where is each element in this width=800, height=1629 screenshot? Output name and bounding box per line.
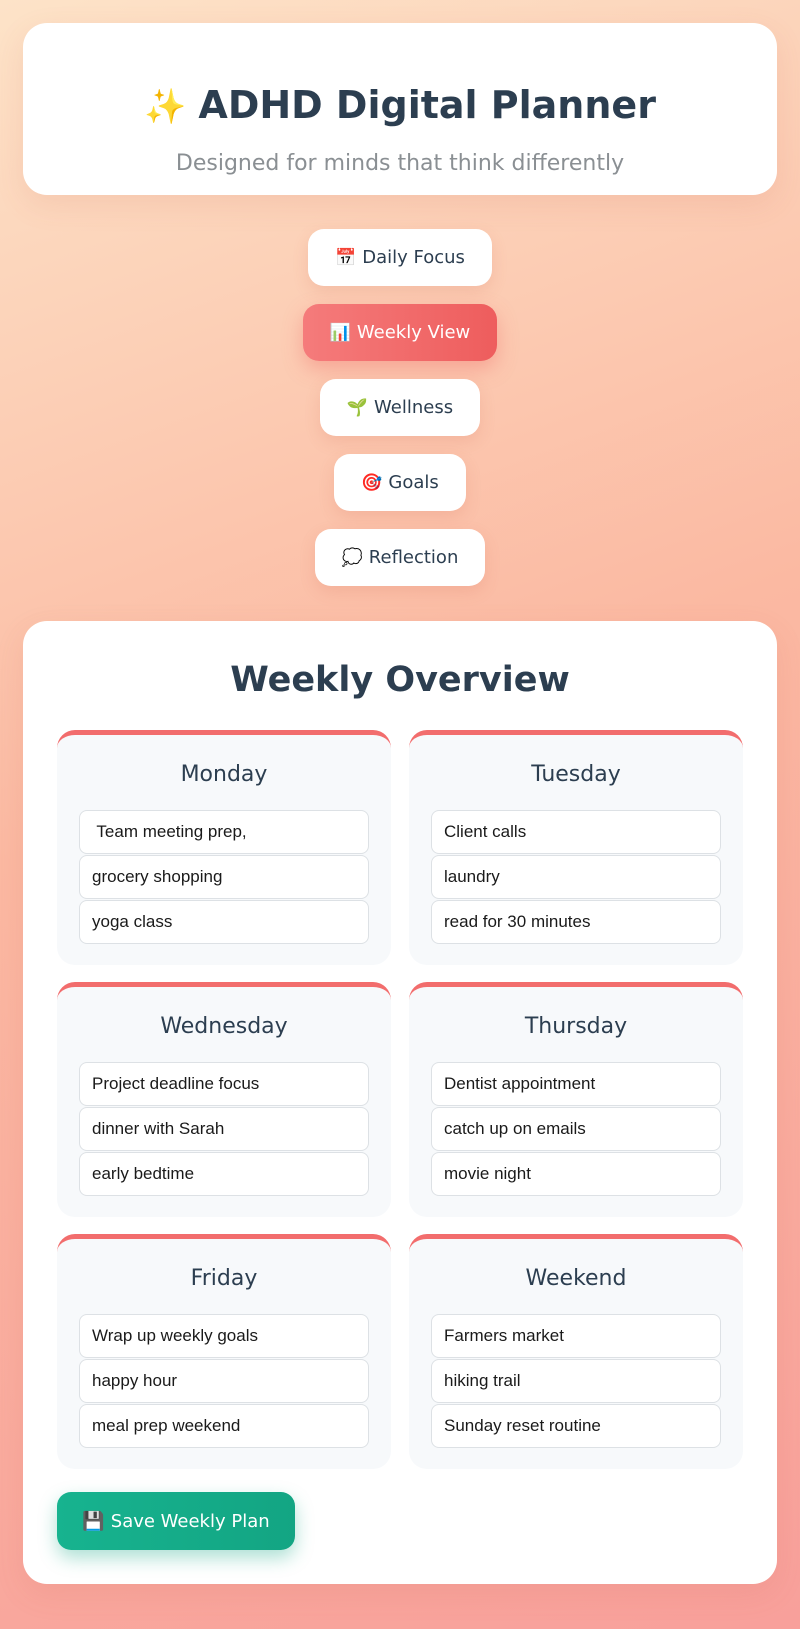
weekly-view-panel: Weekly Overview Monday Tuesday Wednesday… — [23, 621, 777, 1584]
day-card-monday: Monday — [57, 730, 391, 965]
task-input[interactable] — [431, 810, 721, 854]
nav-daily-focus[interactable]: 📅 Daily Focus — [308, 229, 492, 286]
app-subtitle: Designed for minds that think differentl… — [175, 151, 625, 176]
task-input[interactable] — [431, 1359, 721, 1403]
day-card-friday: Friday — [57, 1234, 391, 1469]
nav-label: Weekly View — [356, 322, 471, 343]
header-card: ✨ ADHD Digital Planner Designed for minds… — [23, 23, 777, 195]
task-input[interactable] — [79, 1107, 369, 1151]
nav-goals[interactable]: 🎯 Goals — [334, 454, 466, 511]
task-input[interactable] — [79, 900, 369, 944]
task-input[interactable] — [79, 1062, 369, 1106]
save-weekly-plan-button[interactable]: 💾 Save Weekly Plan — [57, 1492, 295, 1550]
target-icon: 🎯 — [361, 473, 383, 493]
nav-wellness[interactable]: 🌱 Wellness — [319, 379, 481, 436]
day-name: Thursday — [524, 1014, 628, 1039]
day-name: Weekend — [525, 1266, 627, 1291]
nav-weekly-view[interactable]: 📊 Weekly View — [302, 304, 498, 361]
bar-chart-icon: 📊 — [329, 323, 351, 343]
nav-label: Wellness — [374, 397, 454, 418]
save-button-label: Save Weekly Plan — [110, 1510, 270, 1532]
nav-label: Reflection — [368, 547, 459, 568]
thought-bubble-icon: 💭 — [341, 548, 363, 568]
day-card-weekend: Weekend — [409, 1234, 743, 1469]
nav-label: Goals — [388, 472, 439, 493]
task-input[interactable] — [431, 1062, 721, 1106]
task-input[interactable] — [431, 1152, 721, 1196]
app-title: ✨ ADHD Digital Planner — [23, 83, 777, 129]
day-name: Wednesday — [160, 1014, 288, 1039]
task-input[interactable] — [431, 1404, 721, 1448]
day-card-thursday: Thursday — [409, 982, 743, 1217]
calendar-icon: 📅 — [335, 248, 357, 268]
nav-label: Daily Focus — [362, 247, 465, 268]
task-input[interactable] — [79, 1152, 369, 1196]
seedling-icon: 🌱 — [346, 398, 369, 418]
task-input[interactable] — [79, 1359, 369, 1403]
task-input[interactable] — [431, 1314, 721, 1358]
main-nav: 📅 Daily Focus 📊 Weekly View 🌱 Wellness 🎯 Goa… — [0, 229, 800, 604]
nav-reflection[interactable]: 💭 Reflection — [314, 529, 486, 586]
task-input[interactable] — [79, 1314, 369, 1358]
section-title: Weekly Overview — [230, 660, 570, 700]
task-input[interactable] — [79, 1404, 369, 1448]
day-name: Tuesday — [531, 762, 621, 787]
app-title-text: ADHD Digital Planner — [198, 83, 656, 127]
task-input[interactable] — [79, 810, 369, 854]
task-input[interactable] — [431, 1107, 721, 1151]
task-input[interactable] — [79, 855, 369, 899]
task-input[interactable] — [431, 855, 721, 899]
sparkles-icon: ✨ — [144, 87, 187, 127]
floppy-disk-icon: 💾 — [82, 1510, 105, 1532]
day-name: Monday — [180, 762, 268, 787]
day-card-wednesday: Wednesday — [57, 982, 391, 1217]
day-name: Friday — [190, 1266, 258, 1291]
day-card-tuesday: Tuesday — [409, 730, 743, 965]
task-input[interactable] — [431, 900, 721, 944]
